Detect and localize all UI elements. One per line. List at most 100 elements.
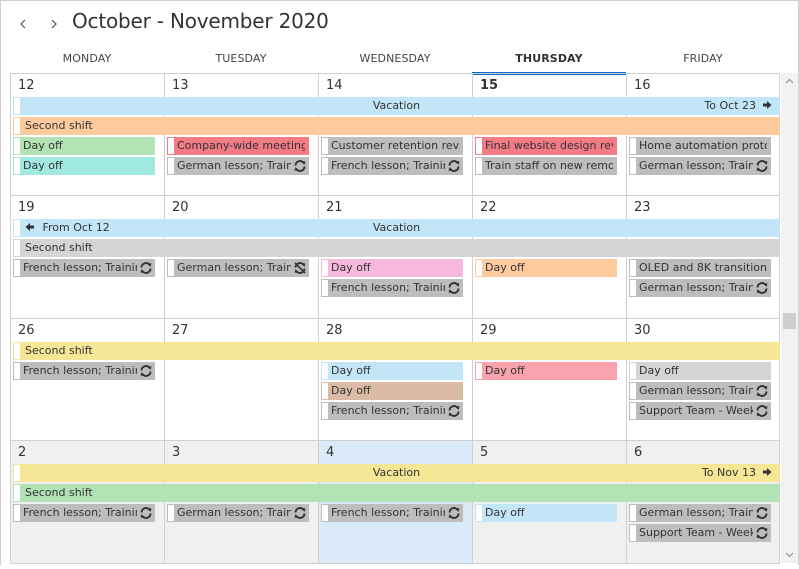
event-title: Vacation: [372, 99, 421, 112]
recurrence-icon: [448, 405, 460, 417]
day-number: 20: [172, 200, 189, 215]
appointment[interactable]: French lesson; Training: [13, 259, 155, 277]
multi-day-event[interactable]: Second shift: [13, 484, 780, 502]
day-number: 21: [326, 200, 343, 215]
continues-to-text: To Oct 23: [704, 99, 756, 112]
recurrence-icon: [756, 527, 768, 539]
event-status-stripe: [630, 138, 636, 154]
event-title: Second shift: [25, 344, 93, 357]
appointment[interactable]: French lesson; Training: [321, 402, 463, 420]
previous-button[interactable]: [15, 12, 31, 36]
next-button[interactable]: [46, 12, 62, 36]
appointment[interactable]: Day off: [475, 259, 617, 277]
scroll-up-button[interactable]: [781, 73, 798, 89]
appointment-title: German lesson; Training: [177, 506, 291, 519]
scroll-thumb[interactable]: [783, 313, 796, 329]
recurrence-icon: [756, 385, 768, 397]
appointment[interactable]: Support Team - Weekly: [629, 402, 771, 420]
recurrence-icon: [448, 507, 460, 519]
event-status-stripe: [630, 363, 636, 379]
day-number: 23: [634, 200, 651, 215]
appointment[interactable]: German lesson; Training: [629, 504, 771, 522]
appointment[interactable]: German lesson; Training: [167, 504, 309, 522]
weekday-header-monday: MONDAY: [62, 52, 112, 65]
appointment[interactable]: French lesson; Training: [13, 362, 155, 380]
appointment[interactable]: Company-wide meeting; Conference: [167, 137, 309, 155]
chevron-left-icon: [20, 19, 26, 29]
event-status-stripe: [322, 363, 328, 379]
date-range-title: October - November 2020: [72, 9, 329, 33]
appointment[interactable]: Day off: [629, 362, 771, 380]
appointment[interactable]: German lesson; Training: [167, 157, 309, 175]
event-status-stripe: [630, 525, 636, 541]
event-status-stripe: [14, 240, 20, 256]
event-status-stripe: [630, 383, 636, 399]
appointment[interactable]: Home automation protocol: [629, 137, 771, 155]
appointment[interactable]: Day off: [321, 382, 463, 400]
recurrence-icon: [448, 160, 460, 172]
event-status-stripe: [14, 505, 20, 521]
appointment-title: Support Team - Weekly: [639, 404, 753, 417]
event-status-stripe: [630, 158, 636, 174]
appointment[interactable]: French lesson; Training: [13, 504, 155, 522]
day-number: 29: [480, 323, 497, 338]
appointment[interactable]: Day off: [475, 504, 617, 522]
chevron-down-icon: [785, 552, 794, 558]
chevron-right-icon: [51, 19, 57, 29]
appointment-title: OLED and 8K transition plan: [639, 261, 767, 274]
appointment[interactable]: German lesson; Training: [167, 259, 309, 277]
appointment[interactable]: Day off: [321, 259, 463, 277]
event-status-stripe: [14, 118, 20, 134]
event-status-stripe: [476, 505, 482, 521]
weekday-header-thursday: THURSDAY: [515, 52, 583, 65]
appointment-title: French lesson; Training: [331, 159, 445, 172]
appointment[interactable]: Support Team - Weekly: [629, 524, 771, 542]
event-status-stripe: [168, 138, 174, 154]
appointment[interactable]: French lesson; Training: [321, 504, 463, 522]
appointment[interactable]: Final website design review: [475, 137, 617, 155]
appointment-title: German lesson; Training: [639, 506, 753, 519]
appointment-title: Final website design review: [485, 139, 613, 152]
event-status-stripe: [322, 403, 328, 419]
scroll-down-button[interactable]: [781, 547, 798, 563]
day-number: 3: [172, 445, 181, 460]
recurrence-icon: [756, 405, 768, 417]
day-number: 30: [634, 323, 651, 338]
appointment[interactable]: Day off: [475, 362, 617, 380]
appointment[interactable]: German lesson; Training: [629, 382, 771, 400]
weekday-header-tuesday: TUESDAY: [215, 52, 267, 65]
day-number: 27: [172, 323, 189, 338]
multi-day-event[interactable]: Vacation To Nov 13: [13, 464, 780, 482]
day-number: 5: [480, 445, 489, 460]
event-status-stripe: [476, 138, 482, 154]
arrow-right-icon: [763, 101, 772, 109]
chevron-up-icon: [785, 78, 794, 84]
multi-day-event[interactable]: From Oct 12 Vacation: [13, 219, 780, 237]
recurrence-icon: [756, 282, 768, 294]
appointment[interactable]: Customer retention review: [321, 137, 463, 155]
multi-day-event[interactable]: Second shift: [13, 239, 780, 257]
appointment[interactable]: French lesson; Training: [321, 157, 463, 175]
event-status-stripe: [168, 260, 174, 276]
appointment-title: Day off: [23, 139, 63, 152]
day-number: 16: [634, 78, 651, 93]
appointment[interactable]: OLED and 8K transition plan: [629, 259, 771, 277]
event-status-stripe: [630, 403, 636, 419]
multi-day-event[interactable]: Second shift: [13, 342, 780, 360]
appointment-title: Day off: [485, 364, 525, 377]
appointment[interactable]: Day off: [321, 362, 463, 380]
appointment-title: German lesson; Training: [639, 159, 753, 172]
event-title: Second shift: [25, 241, 93, 254]
appointment-title: Day off: [23, 159, 63, 172]
appointment[interactable]: Day off: [13, 157, 155, 175]
appointment[interactable]: French lesson; Training: [321, 279, 463, 297]
multi-day-event[interactable]: Vacation To Oct 23: [13, 97, 780, 115]
appointment[interactable]: Train staff on new remote: [475, 157, 617, 175]
day-cell[interactable]: 27: [164, 318, 318, 440]
event-status-stripe: [630, 260, 636, 276]
appointment[interactable]: German lesson; Training: [629, 157, 771, 175]
multi-day-event[interactable]: Second shift: [13, 117, 780, 135]
appointment[interactable]: Day off: [13, 137, 155, 155]
appointment[interactable]: German lesson; Training: [629, 279, 771, 297]
vertical-scrollbar[interactable]: [781, 73, 798, 563]
